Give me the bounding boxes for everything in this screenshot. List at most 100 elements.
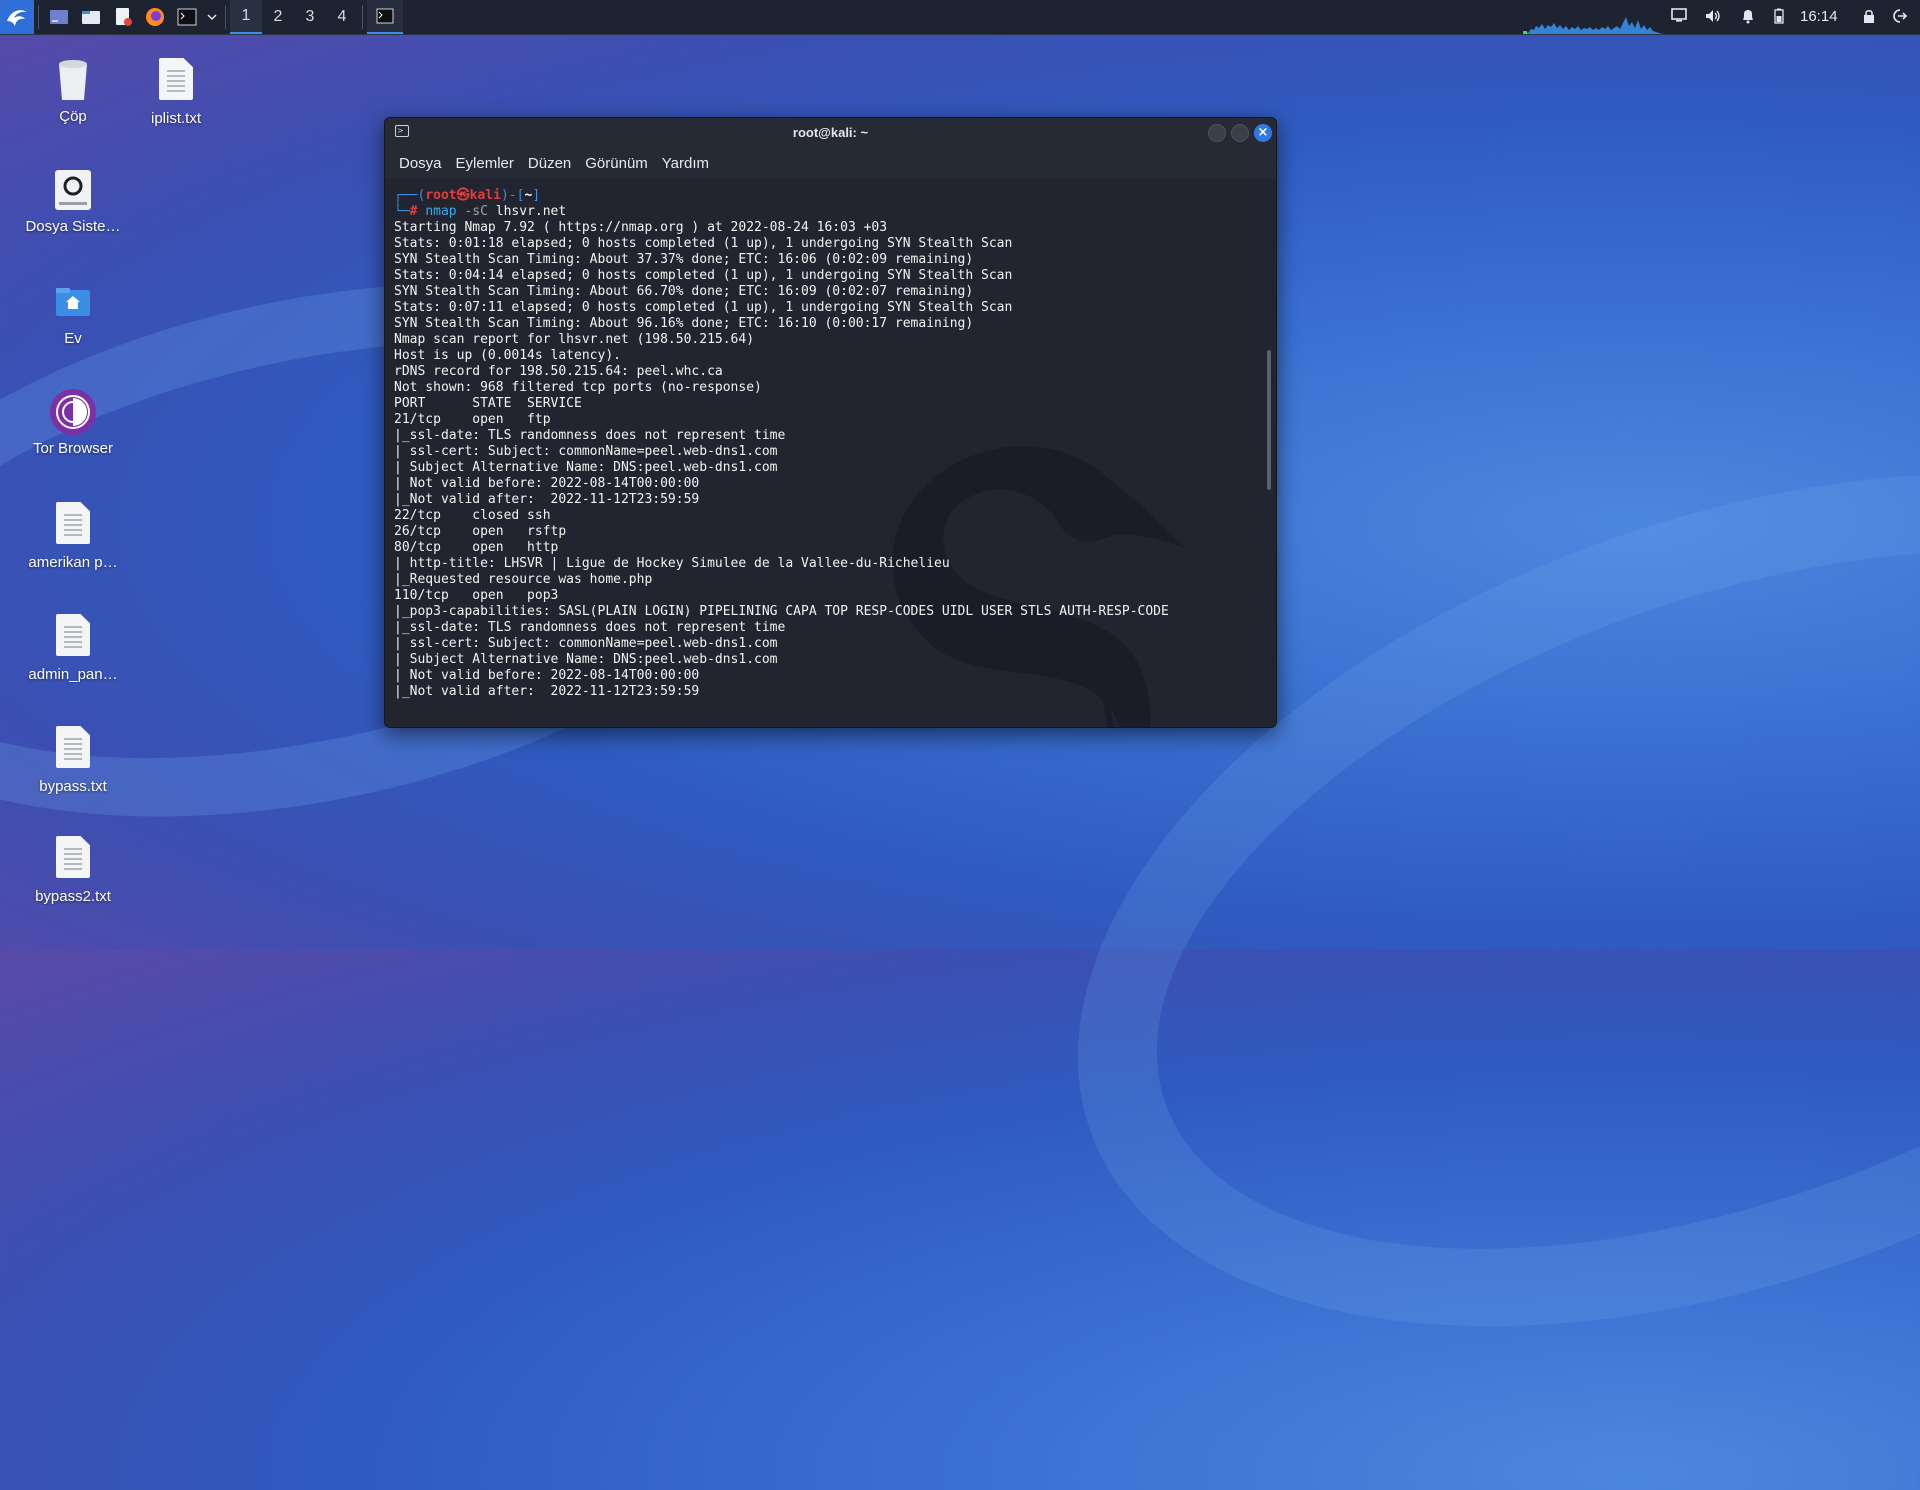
output-line: Stats: 0:01:18 elapsed; 0 hosts complete… (394, 236, 1013, 251)
close-button[interactable]: × (1254, 124, 1272, 142)
clock[interactable]: 16:14 (1800, 8, 1838, 25)
desktop-icon-label: Çöp (59, 108, 87, 125)
window-title: root@kali: ~ (792, 125, 869, 140)
drive-icon (49, 166, 97, 214)
workspace-3[interactable]: 3 (294, 0, 326, 34)
top-panel: 1 2 3 4 16:14 (0, 0, 1920, 35)
output-line: Stats: 0:07:11 elapsed; 0 hosts complete… (394, 300, 1013, 315)
output-line: |_Not valid after: 2022-11-12T23:59:59 (394, 684, 700, 699)
desktop-icon-label: Dosya Siste… (25, 218, 121, 235)
battery-icon[interactable] (1770, 8, 1788, 26)
kali-menu-icon[interactable] (0, 0, 34, 34)
prompt-line-1: ┌──(root㉿kali)-[~] (394, 188, 541, 203)
desktop-icon-label: bypass2.txt (35, 888, 111, 905)
output-line: |_Not valid after: 2022-11-12T23:59:59 (394, 492, 700, 507)
text-file-icon (49, 502, 97, 550)
prompt-at: ㉿ (456, 188, 470, 203)
output-line: | ssl-cert: Subject: commonName=peel.web… (394, 636, 778, 651)
show-desktop-icon[interactable] (43, 0, 75, 34)
menu-dosya[interactable]: Dosya (399, 153, 442, 174)
prompt-host: kali (469, 188, 501, 203)
desktop-icon-label: Ev (64, 330, 82, 347)
terminal-window[interactable]: > root@kali: ~ × Dosya Eylemler Düzen Gö… (384, 117, 1277, 728)
workspace-1[interactable]: 1 (230, 0, 262, 34)
output-line: 26/tcp open rsftp (394, 524, 567, 539)
terminal-launcher-icon[interactable] (171, 0, 203, 34)
window-titlebar[interactable]: > root@kali: ~ × (385, 118, 1276, 148)
desktop-icon-admin-panel[interactable]: admin_pan… (18, 612, 128, 683)
workspace-2[interactable]: 2 (262, 0, 294, 34)
desktop-icon-bypass2[interactable]: bypass2.txt (18, 834, 128, 905)
command-flag: -sC (464, 204, 488, 219)
terminal-scrollbar[interactable] (1267, 350, 1271, 490)
output-line: Stats: 0:04:14 elapsed; 0 hosts complete… (394, 268, 1013, 283)
desktop-icon-label: admin_pan… (28, 666, 118, 683)
text-editor-icon[interactable] (107, 0, 139, 34)
output-line: |_ssl-date: TLS randomness does not repr… (394, 620, 786, 635)
text-file-icon (49, 726, 97, 774)
desktop-icon-bypass[interactable]: bypass.txt (18, 724, 128, 795)
output-line: | http-title: LHSVR | Ligue de Hockey Si… (394, 556, 950, 571)
menu-yardim[interactable]: Yardım (662, 153, 709, 174)
output-line: Not shown: 968 filtered tcp ports (no-re… (394, 380, 762, 395)
text-file-icon (49, 836, 97, 884)
output-line: | Not valid before: 2022-08-14T00:00:00 (394, 668, 700, 683)
output-line: SYN Stealth Scan Timing: About 96.16% do… (394, 316, 974, 331)
minimize-button[interactable] (1208, 124, 1226, 142)
workspace-4[interactable]: 4 (326, 0, 358, 34)
output-line: Nmap scan report for lhsvr.net (198.50.2… (394, 332, 755, 347)
display-icon[interactable] (1670, 8, 1688, 26)
output-line: 22/tcp closed ssh (394, 508, 551, 523)
output-line: rDNS record for 198.50.215.64: peel.whc.… (394, 364, 723, 379)
output-line: |_pop3-capabilities: SASL(PLAIN LOGIN) P… (394, 604, 1169, 619)
output-line: | ssl-cert: Subject: commonName=peel.web… (394, 444, 778, 459)
lock-screen-icon[interactable] (1860, 8, 1878, 26)
output-line: | Subject Alternative Name: DNS:peel.web… (394, 652, 778, 667)
terminal-output[interactable]: ┌──(root㉿kali)-[~] └─# nmap -sC lhsvr.ne… (385, 178, 1276, 727)
trash-icon (49, 56, 97, 104)
desktop-icon-home[interactable]: Ev (18, 278, 128, 347)
menu-duzen[interactable]: Düzen (528, 153, 571, 174)
chevron-down-icon[interactable] (203, 0, 221, 34)
desktop-icon-trash[interactable]: Çöp (18, 56, 128, 125)
output-line: | Subject Alternative Name: DNS:peel.web… (394, 460, 778, 475)
file-manager-icon[interactable] (75, 0, 107, 34)
output-line: 21/tcp open ftp (394, 412, 551, 427)
tor-browser-icon (49, 388, 97, 436)
taskbar-terminal-window[interactable] (367, 0, 403, 34)
firefox-icon[interactable] (139, 0, 171, 34)
output-line: Host is up (0.0014s latency). (394, 348, 621, 363)
network-monitor-graph (1523, 17, 1663, 34)
text-file-icon (49, 614, 97, 662)
home-folder-icon (49, 278, 97, 326)
maximize-button[interactable] (1231, 124, 1249, 142)
output-line: |_Requested resource was home.php (394, 572, 653, 587)
command-target: lhsvr.net (495, 204, 567, 219)
output-line: PORT STATE SERVICE (394, 396, 582, 411)
terminal-menubar: Dosya Eylemler Düzen Görünüm Yardım (385, 148, 1276, 178)
desktop-icon-label: amerikan p… (28, 554, 118, 571)
prompt-user: root (425, 188, 457, 203)
command-name: nmap (425, 204, 457, 219)
menu-eylemler[interactable]: Eylemler (456, 153, 514, 174)
desktop-icon-tor-browser[interactable]: Tor Browser (18, 388, 128, 457)
output-line: |_ssl-date: TLS randomness does not repr… (394, 428, 786, 443)
notification-bell-icon[interactable] (1739, 8, 1757, 26)
desktop-icon-amerikan[interactable]: amerikan p… (18, 500, 128, 571)
output-line: SYN Stealth Scan Timing: About 66.70% do… (394, 284, 974, 299)
desktop-icon-iplist[interactable]: iplist.txt (121, 56, 231, 127)
logout-icon[interactable] (1890, 8, 1908, 26)
output-line: SYN Stealth Scan Timing: About 37.37% do… (394, 252, 974, 267)
text-file-icon (152, 58, 200, 106)
menu-gorunum[interactable]: Görünüm (585, 153, 648, 174)
output-line: Starting Nmap 7.92 ( https://nmap.org ) … (394, 220, 888, 235)
output-line: 110/tcp open pop3 (394, 588, 559, 603)
prompt-line-2: └─# nmap -sC lhsvr.net (394, 204, 567, 219)
output-line: | Not valid before: 2022-08-14T00:00:00 (394, 476, 700, 491)
desktop-icon-label: Tor Browser (32, 440, 114, 457)
volume-icon[interactable] (1704, 8, 1722, 26)
desktop-icon-filesystem[interactable]: Dosya Siste… (18, 166, 128, 235)
output-line: 80/tcp open http (394, 540, 559, 555)
desktop-icon-label: bypass.txt (39, 778, 107, 795)
desktop-icon-label: iplist.txt (150, 110, 201, 127)
